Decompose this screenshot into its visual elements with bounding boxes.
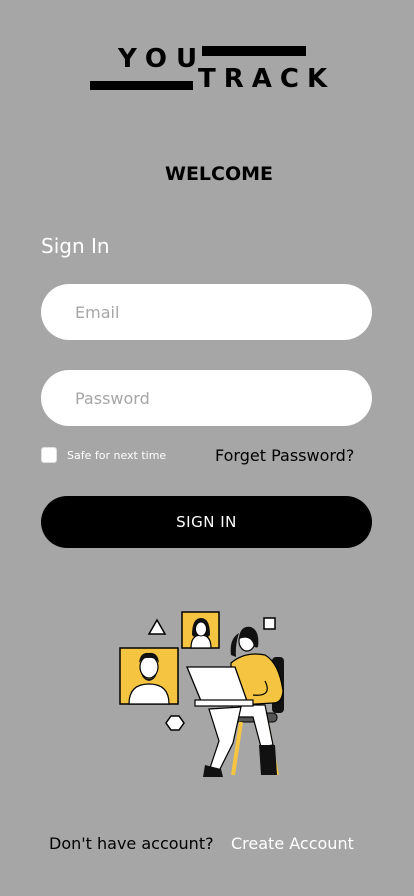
signin-heading: Sign In [41,234,110,258]
logo-bar-bottom [90,81,193,90]
app-logo: YOU TRACK [90,44,327,94]
forget-password-link[interactable]: Forget Password? [215,446,354,465]
square-shape [263,617,276,630]
no-account-text: Don't have account? [49,834,214,853]
create-account-link[interactable]: Create Account [231,834,354,853]
logo-word-track: TRACK [198,64,336,94]
password-field[interactable] [41,370,372,426]
triangle-shape [147,618,167,635]
avatar-card-man [119,647,179,705]
remember-label: Safe for next time [67,448,167,462]
hexagon-shape [165,715,185,731]
welcome-title: WELCOME [164,163,274,185]
remember-me[interactable]: Safe for next time [41,447,166,463]
email-field[interactable] [41,284,372,340]
signin-button[interactable]: SIGN IN [41,496,372,548]
remember-checkbox[interactable] [41,447,57,463]
working-person-illustration [119,611,284,777]
logo-word-you: YOU [118,44,207,74]
logo-bar-top [202,46,306,56]
avatar-card-woman [181,611,220,649]
